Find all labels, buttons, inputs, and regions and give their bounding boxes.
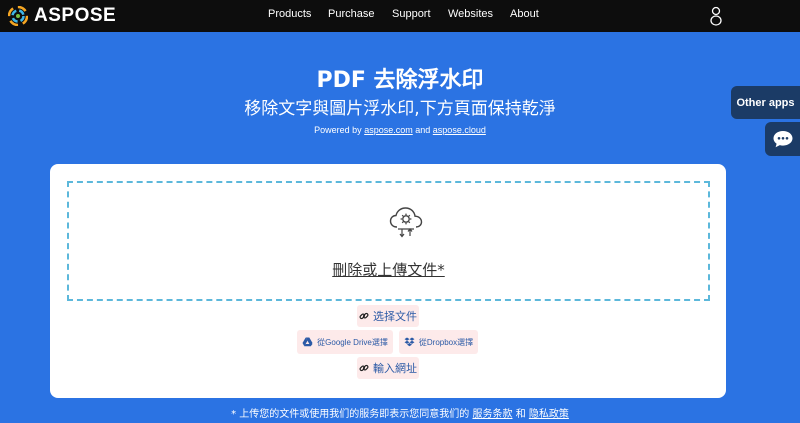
terms-and: 和 bbox=[515, 409, 526, 420]
nav-support[interactable]: Support bbox=[392, 8, 431, 20]
aspose-com-link[interactable]: aspose.com bbox=[364, 125, 413, 135]
file-dropzone[interactable]: 刪除或上傳文件* bbox=[67, 181, 710, 301]
nav-products[interactable]: Products bbox=[268, 8, 311, 20]
choose-file-button[interactable]: 选择文件 bbox=[357, 305, 419, 327]
other-apps-label: Other apps bbox=[736, 96, 795, 109]
nav-websites[interactable]: Websites bbox=[448, 8, 493, 20]
chat-button[interactable] bbox=[765, 122, 800, 156]
google-drive-icon bbox=[302, 337, 313, 347]
chat-icon bbox=[773, 131, 792, 148]
page-subtitle: 移除文字與圖片浮水印,下方頁面保持乾淨 bbox=[244, 99, 556, 119]
dropbox-label: 從Dropbox選擇 bbox=[418, 337, 474, 347]
powered-prefix: Powered by bbox=[314, 125, 362, 135]
nav-purchase[interactable]: Purchase bbox=[328, 8, 374, 20]
nav-about[interactable]: About bbox=[510, 8, 539, 20]
privacy-policy-link[interactable]: 隐私政策 bbox=[529, 409, 569, 420]
upload-card: 刪除或上傳文件* 选择文件 從Google Drive選擇 從Dropbox選擇… bbox=[50, 164, 726, 398]
powered-and: and bbox=[415, 125, 431, 135]
top-navbar: ASPOSE Products Purchase Support Website… bbox=[0, 0, 800, 32]
google-drive-label: 從Google Drive選擇 bbox=[317, 337, 388, 347]
terms-prefix: * 上传您的文件或使用我们的服务即表示您同意我们的 bbox=[231, 409, 470, 420]
page-title: PDF 去除浮水印 bbox=[316, 68, 484, 93]
aspose-cloud-link[interactable]: aspose.cloud bbox=[433, 125, 486, 135]
cloud-upload-icon bbox=[389, 207, 423, 238]
main-nav: Products Purchase Support Websites About bbox=[0, 0, 800, 32]
other-apps-button[interactable]: Other apps bbox=[731, 86, 800, 119]
enter-url-button[interactable]: 輸入網址 bbox=[357, 357, 419, 379]
terms-of-service-link[interactable]: 服务条款 bbox=[473, 409, 513, 420]
google-drive-button[interactable]: 從Google Drive選擇 bbox=[297, 330, 393, 354]
link-icon bbox=[359, 364, 369, 372]
powered-by: Powered by aspose.com and aspose.cloud bbox=[0, 125, 800, 135]
enter-url-label: 輸入網址 bbox=[373, 363, 417, 375]
choose-file-label: 选择文件 bbox=[373, 311, 417, 323]
dropbox-icon bbox=[404, 337, 415, 347]
dropzone-label[interactable]: 刪除或上傳文件* bbox=[69, 259, 708, 280]
terms-notice: * 上传您的文件或使用我们的服务即表示您同意我们的 服务条款 和 隐私政策 bbox=[0, 405, 800, 420]
dropbox-button[interactable]: 從Dropbox選擇 bbox=[399, 330, 478, 354]
user-icon[interactable] bbox=[709, 6, 723, 26]
link-icon bbox=[359, 312, 369, 320]
